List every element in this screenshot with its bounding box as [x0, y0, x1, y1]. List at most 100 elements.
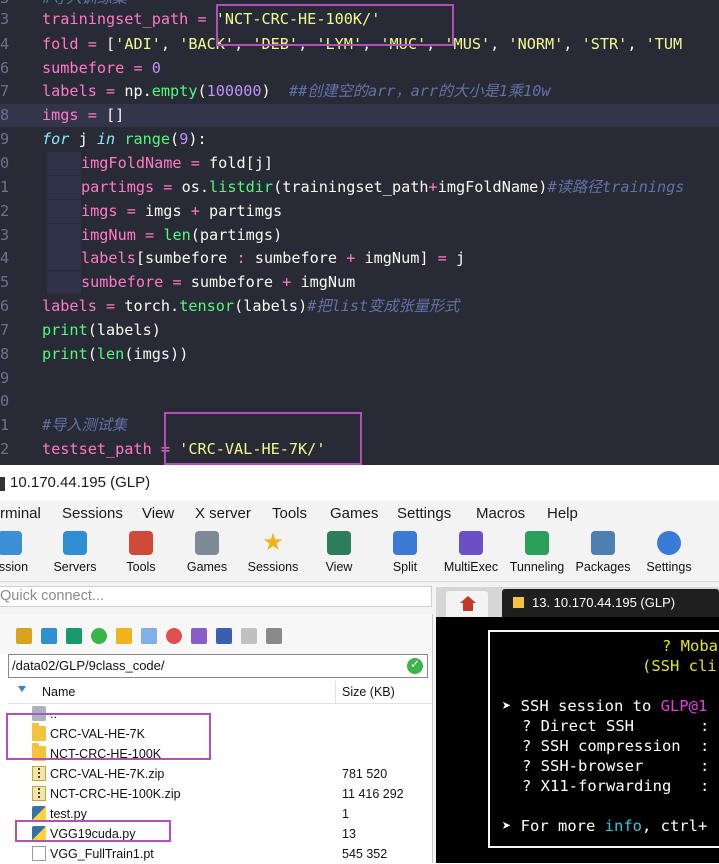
home-tab[interactable] [446, 591, 488, 617]
code-line[interactable]: 7 print(labels) [0, 319, 719, 342]
code-token: partimgs [81, 178, 155, 196]
line-number: 2 [0, 202, 10, 220]
code-token: ) [151, 321, 161, 339]
settings-icon [657, 531, 681, 555]
toolbar-button[interactable]: Servers [40, 527, 110, 581]
file-row[interactable]: NCT-CRC-HE-100K.zip 11 416 292 [8, 784, 432, 804]
code-line[interactable]: 4 labels[sumbefore : sumbefore + imgNum] … [0, 247, 719, 270]
download-icon[interactable] [41, 628, 57, 644]
code-token: . [170, 297, 180, 315]
menu-item[interactable]: Macros [476, 505, 525, 522]
sftp-path-input[interactable]: /data02/GLP/9class_code/ [8, 654, 428, 678]
code-line[interactable]: 2 imgs = imgs + partimgs [0, 200, 719, 223]
file-row[interactable]: CRC-VAL-HE-7K.zip 781 520 [8, 764, 432, 784]
code-line[interactable]: 6 labels = torch.tensor(labels)#把list变成张量… [0, 295, 719, 318]
code-line[interactable]: 3 trainingset_path = 'NCT-CRC-HE-100K/' [0, 8, 719, 31]
code-line[interactable]: 3 imgNum = len(partimgs) [0, 224, 719, 247]
info-link[interactable]: info [605, 817, 642, 835]
line-number: 0 [0, 392, 10, 410]
edit-icon[interactable] [241, 628, 257, 644]
menu-item[interactable]: Games [330, 505, 378, 522]
code-token: np [124, 82, 143, 100]
delete-icon[interactable] [166, 628, 182, 644]
toolbar-button[interactable]: Settings [634, 527, 704, 581]
file-size: 11 416 292 [342, 787, 404, 801]
code-token: 'NORM' [508, 35, 564, 53]
toolbar-button[interactable]: Split [370, 527, 440, 581]
upload-folder-icon[interactable] [16, 628, 32, 644]
sftp-toolbar [0, 614, 432, 654]
new-folder-icon[interactable] [116, 628, 132, 644]
terminal[interactable]: ? Moba (SSH cli ➤ SSH session to GLP@1 ?… [436, 617, 719, 863]
indent-guide [47, 176, 81, 199]
column-name-header[interactable]: Name [42, 685, 75, 699]
file-row[interactable]: .. [8, 704, 432, 724]
menu-item[interactable]: X server [195, 505, 251, 522]
new-file-icon[interactable] [141, 628, 157, 644]
code-line[interactable]: 1 #导入测试集 [0, 414, 719, 437]
file-row[interactable]: NCT-CRC-HE-100K [8, 743, 432, 764]
code-token: ( [273, 178, 283, 196]
menu-item[interactable]: Tools [272, 505, 307, 522]
code-token: partimgs [209, 202, 283, 220]
session-tab[interactable]: 13. 10.170.44.195 (GLP) [502, 589, 719, 617]
menu-item[interactable]: Settings [397, 505, 451, 522]
code-line[interactable]: 0 [0, 390, 719, 413]
file-row[interactable]: test.py 1 [8, 804, 432, 824]
code-editor[interactable]: 3 #导入训练集 3 trainingset_path = 'NCT-CRC-HE-1… [0, 0, 719, 465]
toolbar-button[interactable]: View [304, 527, 374, 581]
toolbar-button[interactable]: Packages [568, 527, 638, 581]
file-row[interactable]: VGG_FullTrain1.pt 545 352 [8, 844, 432, 864]
line-number: 2 [0, 440, 10, 458]
code-line[interactable]: 8 imgs = [] [0, 104, 719, 127]
code-token: j [455, 249, 466, 267]
code-token: , [362, 35, 381, 53]
menu-item[interactable]: rminal [0, 505, 41, 522]
path-ok-icon[interactable] [407, 657, 423, 674]
column-divider[interactable] [335, 681, 336, 703]
menu-item[interactable]: Sessions [62, 505, 123, 522]
toolbar-button[interactable]: Tunneling [502, 527, 572, 581]
code-line[interactable]: 0 imgFoldName = fold[j] [0, 152, 719, 175]
toolbar-button[interactable]: ★ Sessions [238, 527, 308, 581]
permissions-icon[interactable] [216, 628, 232, 644]
menu-item[interactable]: Help [547, 505, 578, 522]
line-number: 3 [0, 10, 10, 28]
code-token: , [160, 35, 180, 53]
toolbar-button[interactable]: MultiExec [436, 527, 506, 581]
line-number: 7 [0, 82, 10, 100]
menu-item[interactable]: View [142, 505, 174, 522]
toolbar-button[interactable]: ession [0, 527, 45, 581]
file-row[interactable]: VGG19cuda.py 13 [8, 824, 432, 844]
upload-icon[interactable] [66, 628, 82, 644]
file-row[interactable]: CRC-VAL-HE-7K [8, 723, 432, 744]
toolbar-button-label: Games [186, 560, 228, 574]
file-size: 13 [342, 827, 356, 841]
code-line[interactable]: 1 partimgs = os.listdir(trainingset_path+… [0, 176, 719, 199]
quick-connect-input[interactable]: Quick connect... [0, 586, 432, 607]
column-size-header[interactable]: Size (KB) [342, 685, 395, 699]
code-line[interactable]: 9 for j in range(9): [0, 128, 719, 151]
code-token: ##创建空的arr，arr的大小是1乘10w [288, 82, 551, 100]
zip-file-icon [32, 766, 46, 781]
code-line[interactable]: 5 sumbefore = sumbefore + imgNum [0, 271, 719, 294]
code-line[interactable]: 2 testset_path = 'CRC-VAL-HE-7K/' [0, 438, 719, 461]
code-line[interactable]: 4 fold = ['ADI', 'BACK', 'DEB', 'LYM', 'M… [0, 33, 719, 56]
code-line[interactable]: 8 print(len(imgs)) [0, 343, 719, 366]
ssh-feature-separator: : [700, 757, 710, 775]
title-bar: 10.170.44.195 (GLP) [0, 465, 719, 501]
refresh-icon[interactable] [91, 628, 107, 644]
toolbar-button-label: Tools [126, 560, 156, 574]
code-line[interactable]: 6 sumbefore = 0 [0, 57, 719, 80]
toolbar-button[interactable]: Tools [106, 527, 176, 581]
rename-icon[interactable] [191, 628, 207, 644]
sort-arrow-icon[interactable] [18, 686, 26, 692]
toolbar-button-label: Settings [646, 560, 692, 574]
code-token: = [117, 202, 146, 220]
code-token: #把list变成张量形式 [307, 297, 460, 315]
code-line[interactable]: 9 [0, 367, 719, 390]
code-line[interactable]: 7 labels = np.empty(100000) ##创建空的arr，arr… [0, 80, 719, 103]
terminal-icon[interactable] [266, 628, 282, 644]
toolbar-button[interactable]: Games [172, 527, 242, 581]
